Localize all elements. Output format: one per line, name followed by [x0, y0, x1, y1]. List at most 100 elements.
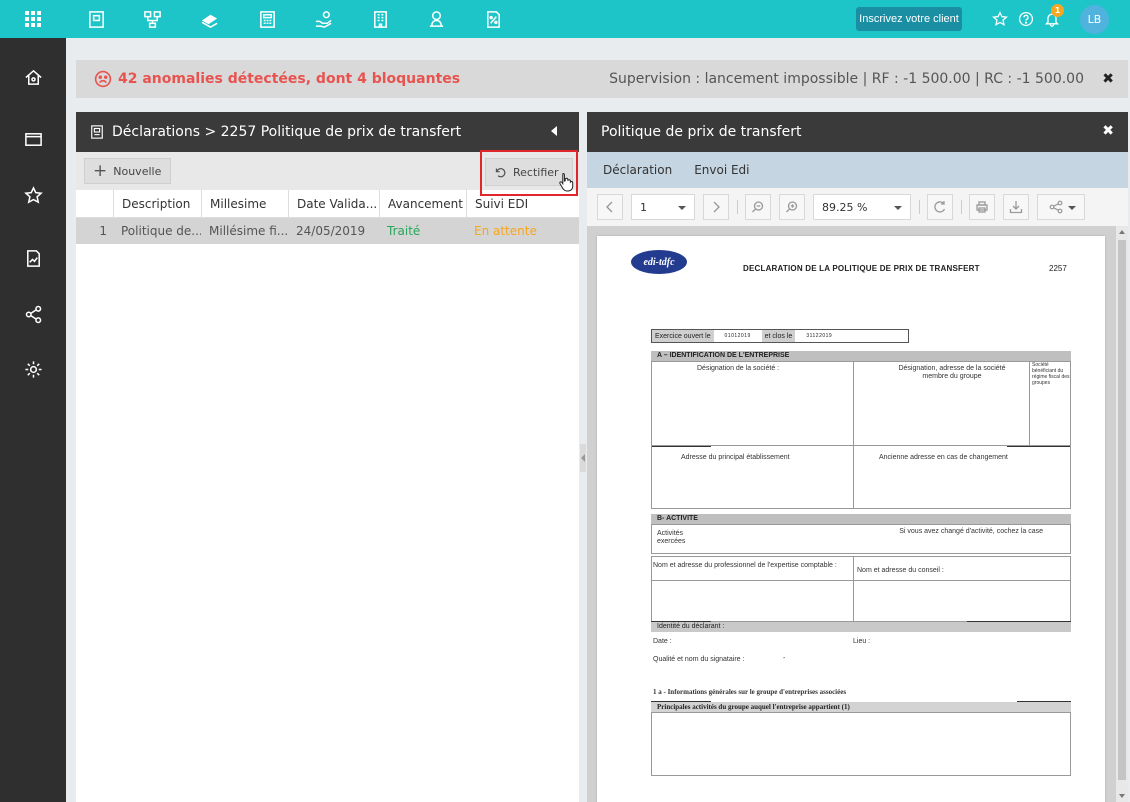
pdf-page: edi-tdfc DECLARATION DE LA POLITIQUE DE … — [597, 236, 1105, 802]
rectifier-label: Rectifier — [513, 165, 559, 179]
app-grid-icon — [25, 11, 41, 27]
tab-declaration[interactable]: Déclaration — [603, 163, 672, 177]
print-button[interactable] — [969, 194, 995, 220]
column-description[interactable]: Description — [113, 190, 201, 218]
sidebar-item-favorites[interactable] — [20, 182, 46, 208]
row-suivi-edi: En attente — [474, 224, 537, 238]
rotate-icon — [934, 201, 946, 213]
breadcrumb[interactable]: Déclarations > 2257 Politique de prix de… — [112, 124, 461, 140]
zoom-level: 89.25 % — [822, 200, 868, 214]
nav-dossier-button[interactable] — [83, 6, 109, 32]
activites-label: Activités exercées — [657, 530, 686, 545]
chevron-down-icon — [678, 206, 686, 210]
sidebar-item-home[interactable] — [20, 64, 46, 90]
tab-envoi-edi[interactable]: Envoi Edi — [694, 163, 749, 177]
edi-tdfc-logo: edi-tdfc — [631, 250, 687, 274]
favorites-button[interactable] — [990, 9, 1010, 29]
preview-title: Politique de prix de transfert — [601, 124, 802, 140]
print-icon — [976, 201, 988, 213]
zoom-in-button[interactable] — [779, 194, 805, 220]
app-grid-button[interactable] — [0, 0, 66, 38]
panel-splitter[interactable] — [579, 112, 587, 802]
home-icon — [24, 69, 42, 85]
hand-coin-icon — [315, 10, 332, 28]
invite-client-button[interactable]: Inscrivez votre client — [856, 7, 962, 31]
dossier-icon — [88, 10, 104, 28]
viewer-scrollbar[interactable] — [1116, 226, 1128, 802]
toolbar-separator — [737, 200, 738, 214]
splitter-handle[interactable] — [580, 444, 586, 472]
document-number: 2257 — [1049, 264, 1067, 273]
notification-badge: 1 — [1051, 4, 1064, 17]
close-preview-button[interactable]: ✖ — [1102, 123, 1114, 139]
sidebar — [0, 38, 66, 802]
beneficiaire-divider — [1029, 361, 1030, 446]
sidebar-item-reports[interactable] — [20, 245, 46, 271]
chevron-down-icon — [1068, 206, 1076, 210]
row-avancement: Traité — [387, 224, 421, 238]
new-declaration-button[interactable]: + Nouvelle — [84, 158, 171, 184]
rule — [651, 580, 1071, 581]
help-button[interactable] — [1016, 9, 1036, 29]
building-icon — [373, 10, 387, 28]
sidebar-item-share[interactable] — [20, 301, 46, 327]
exercice-clos-label: et clos le — [761, 330, 796, 342]
anomaly-text: 42 anomalies détectées, dont 4 bloquante… — [118, 71, 461, 87]
expert-label: Nom et adresse du professionnel de l'exp… — [653, 562, 837, 569]
star-icon — [992, 11, 1008, 26]
download-button[interactable] — [1003, 194, 1029, 220]
next-page-button[interactable] — [703, 194, 729, 220]
activites-groupe-header: Principales activités du groupe auquel l… — [651, 702, 1071, 712]
previous-page-button[interactable] — [597, 194, 623, 220]
expert-divider — [853, 556, 854, 622]
page-select[interactable]: 1 — [631, 194, 695, 220]
nav-organisation-button[interactable] — [139, 6, 165, 32]
scroll-up-icon[interactable] — [1119, 230, 1125, 234]
toolbar-separator — [961, 200, 962, 214]
column-date-validation[interactable]: Date Valida... — [288, 190, 379, 218]
zoom-out-icon — [752, 201, 764, 213]
declaration-icon — [91, 125, 103, 139]
column-millesime[interactable]: Millesime — [201, 190, 288, 218]
column-avancement[interactable]: Avancement — [379, 190, 466, 218]
section-a-header: A – IDENTIFICATION DE L'ENTREPRISE — [651, 351, 1071, 361]
top-bar: Inscrivez votre client 1 LB — [0, 0, 1130, 38]
document-preview-panel: Politique de prix de transfert ✖ Déclara… — [587, 112, 1128, 802]
row-date: 24/05/2019 — [296, 224, 366, 238]
document-title: DECLARATION DE LA POLITIQUE DE PRIX DE T… — [743, 264, 980, 273]
column-index — [76, 190, 113, 218]
sad-face-icon — [94, 70, 112, 88]
row-millesime: Millésime fi... — [209, 224, 288, 238]
pdf-viewer[interactable]: edi-tdfc DECLARATION DE LA POLITIQUE DE … — [587, 226, 1128, 802]
collapse-panel-button[interactable] — [551, 126, 557, 136]
scrollbar-thumb[interactable] — [1118, 240, 1126, 780]
nav-user-button[interactable] — [423, 6, 449, 32]
sidebar-item-screen[interactable] — [20, 126, 46, 152]
table-row[interactable]: 1 Politique de... Millésime fi... 24/05/… — [76, 218, 579, 244]
zoom-out-button[interactable] — [745, 194, 771, 220]
exercice-ouvert-value: 01012019 — [724, 333, 751, 339]
alert-close-button[interactable]: ✖ — [1102, 71, 1114, 87]
nav-tax-button[interactable] — [480, 6, 506, 32]
scroll-down-icon[interactable] — [1119, 794, 1125, 798]
preview-tabs: Déclaration Envoi Edi — [587, 152, 1128, 188]
anomaly-summary[interactable]: 42 anomalies détectées, dont 4 bloquante… — [94, 70, 460, 88]
designation-label: Désignation de la société : — [697, 365, 780, 372]
zoom-select[interactable]: 89.25 % — [813, 194, 911, 220]
nav-calculator-button[interactable] — [254, 6, 280, 32]
nav-payroll-button[interactable] — [310, 6, 336, 32]
user-avatar[interactable]: LB — [1080, 5, 1109, 34]
infos-generales-heading: 1 a - Informations générales sur le grou… — [653, 688, 847, 696]
sidebar-item-settings[interactable] — [20, 356, 46, 382]
nav-building-button[interactable] — [367, 6, 393, 32]
declarations-panel: Déclarations > 2257 Politique de prix de… — [76, 112, 579, 802]
toolbar-separator — [919, 200, 920, 214]
supervision-status: Supervision : lancement impossible | RF … — [609, 71, 1084, 87]
rotate-button[interactable] — [927, 194, 953, 220]
percent-document-icon — [486, 10, 500, 28]
help-icon — [1018, 11, 1034, 27]
page-number: 1 — [640, 200, 647, 214]
zoom-in-icon — [786, 201, 798, 213]
nav-finance-button[interactable] — [196, 6, 222, 32]
share-menu-button[interactable] — [1037, 194, 1085, 220]
